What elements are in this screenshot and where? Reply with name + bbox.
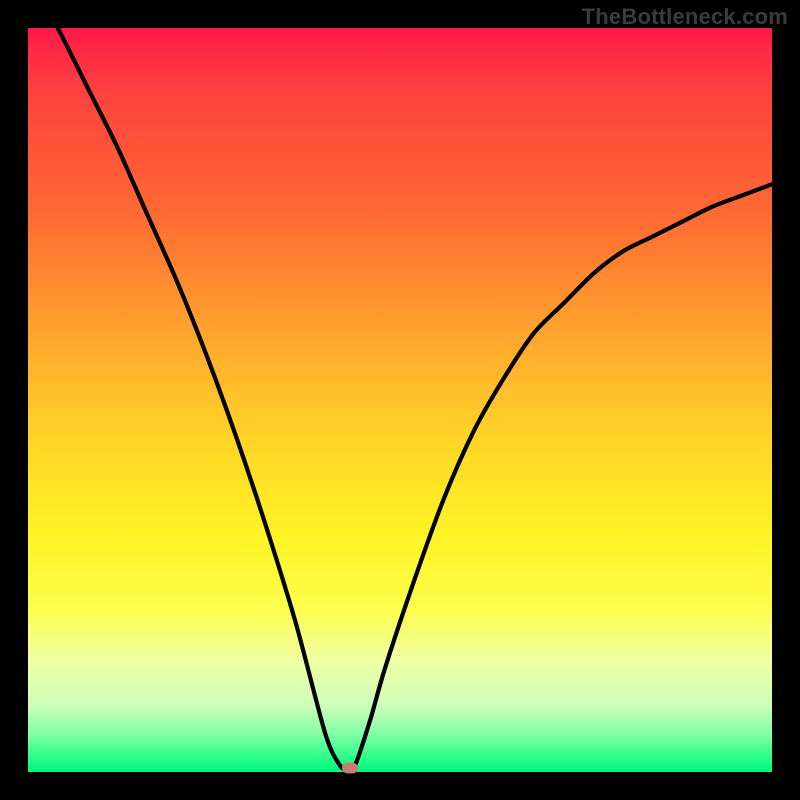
curve-svg bbox=[28, 28, 772, 772]
optimal-marker bbox=[342, 763, 358, 774]
plot-area bbox=[28, 28, 772, 772]
bottleneck-curve-path bbox=[28, 28, 772, 769]
chart-frame: TheBottleneck.com bbox=[0, 0, 800, 800]
watermark-label: TheBottleneck.com bbox=[582, 4, 788, 30]
